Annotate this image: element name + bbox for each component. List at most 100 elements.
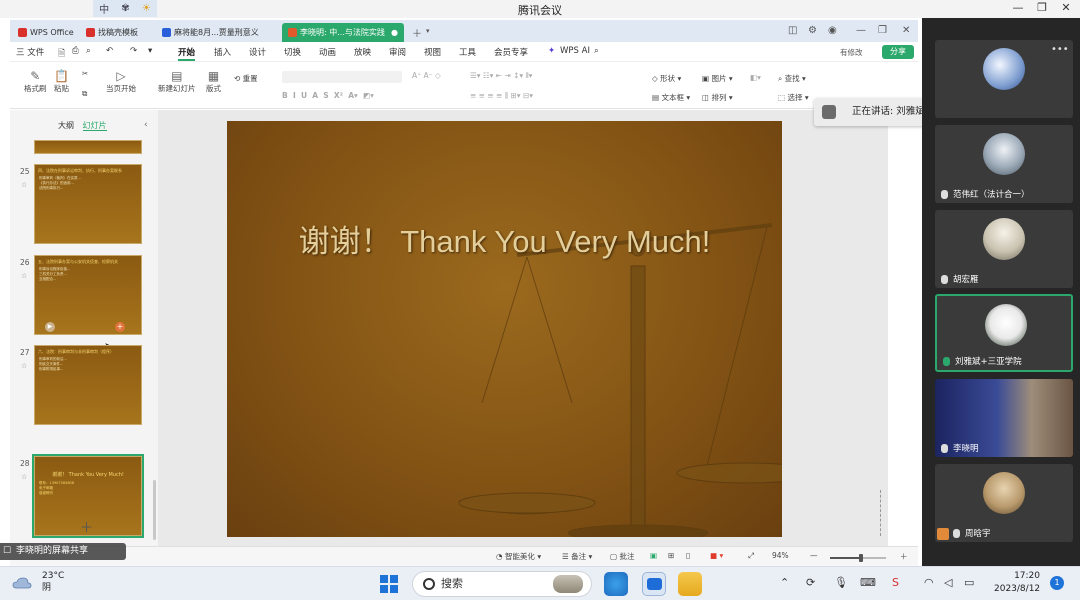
menu-review[interactable]: 审阅 <box>389 46 406 58</box>
minimize-icon[interactable]: — <box>856 25 866 36</box>
shape-button[interactable]: ◇ 形状 ▾ <box>652 73 681 84</box>
reading-view-icon[interactable]: ▯ <box>686 551 690 560</box>
participant-tile-video[interactable]: 李晓明 <box>935 379 1073 457</box>
participant-tile[interactable]: 范伟红（法计合一） <box>935 125 1073 203</box>
align-buttons[interactable]: ≡ ≡ ≡ ≡ ⫼ ⊞▾ ⊟▾ <box>470 91 533 101</box>
wps-tray-icon[interactable]: S <box>892 576 899 589</box>
menu-tools[interactable]: 工具 <box>459 46 476 58</box>
settings-icon[interactable]: ⚙ <box>808 25 817 36</box>
picture-button[interactable]: ▣ 图片 ▾ <box>702 73 733 84</box>
slide-title[interactable]: 谢谢！ Thank You Very Much! <box>227 216 782 261</box>
microphone-icon[interactable]: 🎙 <box>834 576 848 589</box>
chevron-down-icon[interactable]: ▾ <box>426 27 430 35</box>
restore-icon[interactable]: ❐ <box>1030 0 1054 18</box>
tab-slides[interactable]: 幻灯片 <box>82 121 107 131</box>
zoom-knob[interactable] <box>858 554 863 562</box>
participant-tile[interactable]: 周晗宇 <box>935 464 1073 542</box>
tab-outline[interactable]: 大纲 <box>58 121 74 130</box>
search-icon[interactable]: ⌕ <box>594 46 599 56</box>
volume-icon[interactable]: ◁ <box>944 576 952 589</box>
slide-thumbnail[interactable]: 四、法院在刑事诉讼审判、执行、刑事办案联系 刑事审判（裁判）在实质... 《执行… <box>34 164 142 244</box>
tab-presentation[interactable]: 李晓明: 中...与法院实践 ● <box>282 23 404 42</box>
close-icon[interactable]: ✕ <box>902 25 910 36</box>
find-button[interactable]: ⌕ 查找 ▾ <box>778 73 806 84</box>
file-explorer-icon[interactable] <box>678 572 702 596</box>
textbox-button[interactable]: ▤ 文本框 ▾ <box>652 92 690 103</box>
input-method-icon[interactable]: ⌨ <box>860 576 876 589</box>
add-slide-icon[interactable]: ＋ <box>80 517 93 536</box>
tencent-meeting-icon[interactable] <box>642 572 666 596</box>
weather-widget[interactable]: 23°C 阴 <box>12 570 64 594</box>
redo-icon[interactable]: ↷ <box>130 46 137 56</box>
menu-insert[interactable]: 插入 <box>214 46 231 58</box>
participant-tile[interactable]: 胡宏雁 <box>935 210 1073 288</box>
slideshow-icon[interactable]: ■ ▾ <box>710 551 723 560</box>
tab-template[interactable]: 找稿壳模板 <box>80 23 152 42</box>
reset-button[interactable]: ⟲ 重置 <box>234 73 258 84</box>
smart-beautify-button[interactable]: ◔ 智能美化 ▾ <box>496 551 541 562</box>
paste-button[interactable]: 📋 粘贴 <box>54 69 69 94</box>
zoom-level[interactable]: 94% <box>772 551 789 560</box>
save-icon[interactable]: 🗎 <box>58 46 65 62</box>
sorter-view-icon[interactable]: ⊞ <box>668 551 674 560</box>
slide-thumbnail[interactable]: 五、法院刑事办案与公安机关侦查、检察机关 刑事诉讼程序衔接... 三机关分工负责… <box>34 255 142 335</box>
menu-design[interactable]: 设计 <box>249 46 266 58</box>
restore-icon[interactable]: ❐ <box>878 25 887 36</box>
canvas-scrollbar[interactable] <box>880 490 882 536</box>
minimize-icon[interactable]: — <box>1006 0 1030 18</box>
slide-thumbnail-24[interactable] <box>34 140 142 154</box>
play-icon[interactable]: ▶ <box>45 322 55 332</box>
copy-icon[interactable]: ⧉ <box>82 89 87 99</box>
battery-icon[interactable]: ▭ <box>964 576 974 589</box>
close-icon[interactable]: ✕ <box>1054 0 1078 18</box>
user-avatar-icon[interactable]: ◉ <box>828 25 837 36</box>
star-icon[interactable]: ☆ <box>21 362 27 370</box>
taskbar-search[interactable]: 搜索 <box>412 571 592 597</box>
preview-icon[interactable]: ⌕ <box>86 46 91 56</box>
comments-button[interactable]: ▢ 批注 <box>610 551 634 562</box>
tab-wps-office[interactable]: WPS Office <box>12 23 78 42</box>
menu-slideshow[interactable]: 放映 <box>354 46 371 58</box>
zoom-out-icon[interactable]: — <box>810 551 818 560</box>
screen-share-indicator[interactable]: 李晓明的屏幕共享 <box>0 543 126 560</box>
menu-member[interactable]: 会员专享 <box>494 46 528 58</box>
collapse-panel-icon[interactable]: ‹ <box>144 120 148 130</box>
bold-icon[interactable]: B I U A S X² A▾ ◩▾ <box>282 91 374 100</box>
star-icon[interactable]: ☆ <box>21 473 27 481</box>
quick-access-more-icon[interactable]: ▾ <box>148 46 152 56</box>
menu-view[interactable]: 视图 <box>424 46 441 58</box>
menu-wps-ai[interactable]: WPS AI <box>560 46 590 56</box>
star-icon[interactable]: ☆ <box>21 181 27 189</box>
new-slide-button[interactable]: ▤ 新建幻灯片 <box>158 69 196 94</box>
new-tab-icon[interactable]: ＋ <box>412 25 422 40</box>
play-from-current-button[interactable]: ▷ 当页开始 <box>106 69 136 94</box>
select-button[interactable]: ⬚ 选择 ▾ <box>778 92 809 103</box>
wifi-icon[interactable]: ◠ <box>924 576 934 589</box>
undo-icon[interactable]: ↶ <box>106 46 113 56</box>
paragraph-buttons[interactable]: ☰▾ ☷▾ ⇤ ⇥ ↕▾ ⫴▾ <box>470 71 532 81</box>
current-slide[interactable]: 谢谢！ Thank You Very Much! <box>227 121 782 537</box>
style-buttons[interactable]: ◧▾ <box>750 73 761 82</box>
font-name-select[interactable] <box>282 71 402 83</box>
thumbnail-scrollbar[interactable] <box>153 480 156 540</box>
fit-window-icon[interactable]: ⤢ <box>748 551 754 561</box>
menu-animation[interactable]: 动画 <box>319 46 336 58</box>
more-icon[interactable]: ••• <box>1051 44 1069 55</box>
star-icon[interactable]: ☆ <box>21 272 27 280</box>
file-menu[interactable]: 三 文件 <box>16 46 44 58</box>
collab-status[interactable]: 有修改 <box>840 47 863 58</box>
wps-ai-icon[interactable]: ✦ <box>548 46 555 56</box>
notification-badge[interactable]: 1 <box>1050 576 1064 590</box>
participant-tile[interactable]: ••• <box>935 40 1073 118</box>
chevron-up-icon[interactable]: ⌃ <box>780 576 789 589</box>
format-painter-button[interactable]: ✎ 格式刷 <box>24 69 47 94</box>
cut-icon[interactable]: ✂ <box>82 69 88 78</box>
zoom-in-icon[interactable]: ＋ <box>900 551 908 562</box>
layout-button[interactable]: ▦ 版式 <box>206 69 221 94</box>
arrange-button[interactable]: ◫ 排列 ▾ <box>702 92 733 103</box>
sync-icon[interactable]: ⟳ <box>806 576 815 589</box>
menu-transition[interactable]: 切换 <box>284 46 301 58</box>
notes-button[interactable]: ☰ 备注 ▾ <box>562 551 592 562</box>
zoom-slider[interactable] <box>830 554 886 562</box>
print-icon[interactable]: ⎙ <box>72 46 79 56</box>
